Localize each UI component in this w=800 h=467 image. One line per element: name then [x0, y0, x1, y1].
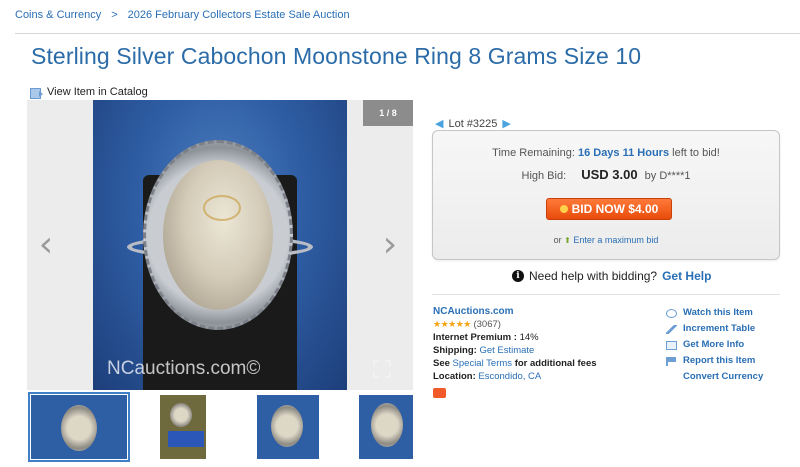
thumbnail-3[interactable]: [257, 395, 319, 459]
view-in-catalog-link[interactable]: View Item in Catalog: [30, 86, 148, 99]
special-terms-link[interactable]: Special Terms: [453, 358, 513, 369]
time-remaining-suffix: left to bid!: [672, 147, 720, 159]
location-label: Location:: [433, 371, 476, 382]
high-bid-row: High Bid: USD 3.00 by D****1: [433, 167, 779, 182]
high-bid-label: High Bid:: [521, 170, 567, 182]
main-photo[interactable]: NCauctions.com©: [93, 100, 347, 390]
lot-number: Lot #3225: [448, 117, 498, 130]
get-estimate-link[interactable]: Get Estimate: [479, 345, 534, 356]
bid-now-label: BID NOW $4.00: [571, 202, 659, 216]
help-text: Need help with bidding?: [529, 269, 658, 283]
premium-label: Internet Premium :: [433, 332, 517, 343]
shipping-label: Shipping:: [433, 345, 477, 356]
next-lot-icon[interactable]: ▶: [502, 117, 510, 130]
breadcrumb-separator: >: [111, 9, 118, 21]
enter-max-bid-link[interactable]: Enter a maximum bid: [573, 235, 658, 245]
next-image-icon[interactable]: ›: [379, 227, 401, 263]
eye-icon: [666, 308, 677, 318]
increment-table-link[interactable]: Increment Table: [666, 321, 763, 337]
rating-stars: ★★★★★: [433, 319, 471, 329]
premium-value: 14%: [519, 332, 539, 343]
previous-lot-icon[interactable]: ◀: [435, 117, 443, 130]
info-icon: i: [512, 270, 524, 282]
mail-icon: [666, 340, 677, 350]
item-actions: Watch this Item Increment Table Get More…: [666, 305, 763, 385]
moonstone: [163, 160, 273, 310]
photo-watermark: NCauctions.com©: [107, 358, 261, 379]
convert-currency-link[interactable]: Convert Currency: [666, 369, 763, 385]
seller-name-link[interactable]: NCAuctions.com: [433, 306, 514, 317]
image-viewer: NCauctions.com© 1 / 8 ‹ ›: [27, 100, 413, 390]
thumbnail-strip: [27, 392, 413, 462]
time-remaining-value: 16 Days 11 Hours: [577, 147, 670, 159]
sign-badge-icon: [433, 388, 446, 398]
high-bid-amount: USD 3.00: [581, 167, 638, 182]
breadcrumb-auction[interactable]: 2026 February Collectors Estate Sale Auc…: [128, 9, 350, 21]
gavel-icon: [559, 205, 568, 213]
rating-count[interactable]: (3067): [473, 319, 500, 330]
see-text: See: [433, 358, 450, 369]
terms-suffix: for additional fees: [514, 358, 597, 369]
report-item-link[interactable]: Report this Item: [666, 353, 763, 369]
previous-image-icon[interactable]: ‹: [35, 227, 57, 263]
time-remaining-row: Time Remaining: 16 Days 11 Hours left to…: [433, 147, 779, 159]
thumbnail-2[interactable]: [160, 395, 206, 459]
bidding-help: i Need help with bidding? Get Help: [512, 269, 711, 283]
time-remaining-label: Time Remaining:: [492, 147, 575, 159]
lot-navigation: ◀ Lot #3225 ▶: [435, 117, 511, 131]
image-counter: 1 / 8: [363, 100, 413, 126]
get-help-link[interactable]: Get Help: [662, 269, 711, 283]
max-bid-row: or ⬆ Enter a maximum bid: [433, 235, 779, 245]
high-bidder: by D****1: [644, 170, 691, 182]
fullscreen-icon[interactable]: [373, 360, 391, 378]
location-value: Escondido, CA: [478, 371, 542, 382]
or-text: or: [553, 235, 562, 245]
get-more-info-link[interactable]: Get More Info: [666, 337, 763, 353]
thumbnail-4[interactable]: [359, 395, 413, 459]
stone-inclusion: [203, 195, 241, 221]
bid-now-button[interactable]: BID NOW $4.00: [546, 198, 672, 220]
get-more-info-label: Get More Info: [683, 339, 745, 350]
seller-info: NCAuctions.com ★★★★★ (3067) Internet Pre…: [433, 305, 597, 402]
increment-table-label: Increment Table: [683, 323, 756, 334]
divider: [432, 294, 780, 295]
wrench-icon: [666, 324, 677, 334]
report-item-label: Report this Item: [683, 355, 756, 366]
convert-currency-label: Convert Currency: [683, 371, 764, 382]
bid-panel: Time Remaining: 16 Days 11 Hours left to…: [432, 130, 780, 260]
flag-icon: [666, 356, 677, 366]
view-in-catalog-label: View Item in Catalog: [47, 86, 148, 98]
arrow-up-icon: ⬆: [564, 236, 571, 245]
page-title: Sterling Silver Cabochon Moonstone Ring …: [31, 43, 642, 69]
thumbnail-1[interactable]: [28, 392, 130, 462]
breadcrumb-coins-currency[interactable]: Coins & Currency: [15, 9, 101, 21]
watch-item-label: Watch this Item: [683, 307, 753, 318]
watch-item-link[interactable]: Watch this Item: [666, 305, 763, 321]
divider: [15, 33, 800, 34]
breadcrumb: Coins & Currency > 2026 February Collect…: [15, 9, 350, 21]
catalog-icon: [30, 87, 43, 99]
